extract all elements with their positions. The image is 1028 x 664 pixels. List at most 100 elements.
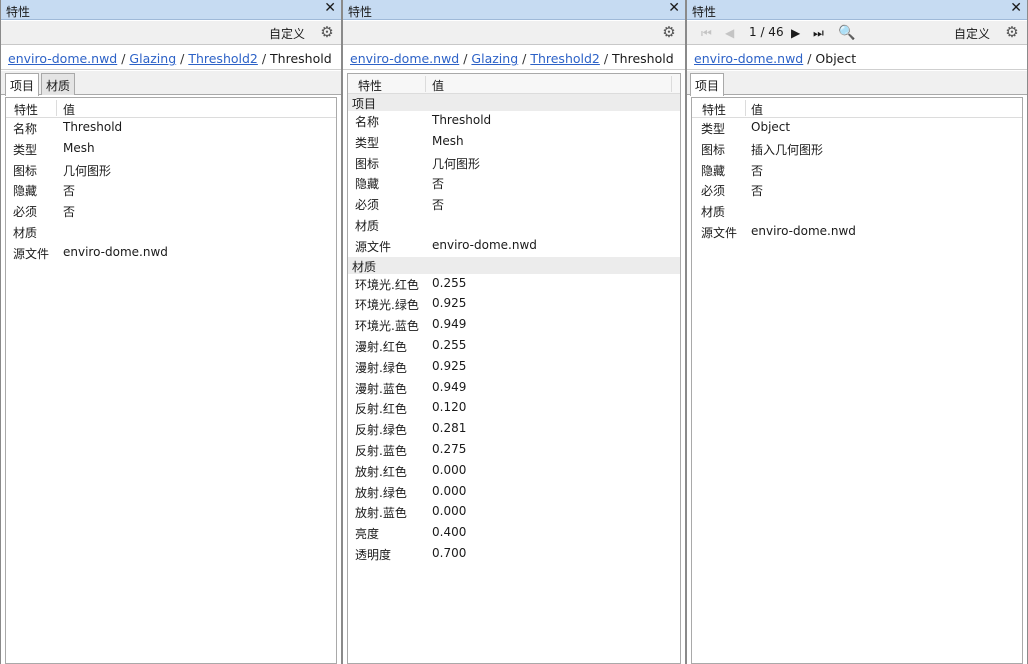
property-name: 放射.红色 (355, 464, 407, 479)
property-row[interactable]: 材质 (692, 201, 1022, 222)
property-row[interactable]: 漫射.绿色 0.925 (348, 357, 680, 378)
section-header[interactable]: 项目 (348, 94, 680, 111)
property-row[interactable]: 类型 Mesh (6, 139, 336, 160)
section-title: 项目 (352, 97, 377, 111)
property-value: Object (751, 120, 791, 134)
property-row[interactable]: 名称 Threshold (348, 111, 680, 132)
grid-rows: 名称 Threshold 类型 Mesh 图标 几何图形 隐藏否必须否材质源文件 enviro… (6, 118, 336, 264)
property-value: Mesh (432, 133, 464, 148)
property-row[interactable]: 环境光.绿色 0.925 (348, 294, 680, 315)
section-header[interactable]: 材质 (348, 256, 680, 274)
tab-strip: 项目 (687, 71, 1027, 96)
tab-material[interactable]: 材质 (41, 73, 76, 95)
last-page-icon[interactable]: ⏭ (813, 24, 824, 42)
gear-icon[interactable]: ⚙ (319, 24, 335, 40)
column-divider[interactable] (745, 100, 746, 116)
property-row[interactable]: 必须 否 (692, 180, 1022, 201)
property-row[interactable]: 放射.红色 0.000 (348, 461, 680, 482)
property-row[interactable]: 类型 Object (692, 118, 1022, 139)
property-row[interactable]: 漫射.红色 0.255 (348, 336, 680, 357)
property-row[interactable]: 必须 否 (6, 201, 336, 222)
property-row[interactable]: 反射.红色 0.120 (348, 398, 680, 419)
property-row[interactable]: 隐藏 否 (692, 160, 1022, 181)
close-icon[interactable]: ✕ (324, 0, 336, 16)
property-row[interactable]: 反射.蓝色 0.275 (348, 440, 680, 461)
property-row[interactable]: 放射.绿色 0.000 (348, 482, 680, 503)
gear-icon[interactable]: ⚙ (1004, 24, 1020, 40)
property-value: 0.925 (432, 296, 467, 311)
property-row[interactable]: 图标 插入几何图形 (692, 139, 1022, 160)
property-grid: 特性 值 类型 Object 图标 插入几何图形 隐藏否必须否材质 源文件 enviro-d… (691, 97, 1023, 664)
property-value: 0.000 (432, 504, 467, 519)
column-divider[interactable] (56, 100, 57, 116)
tab-item[interactable]: 项目 (5, 73, 40, 96)
property-row[interactable]: 源文件 enviro-dome.nwd (692, 222, 1022, 243)
properties-panel-1: 特性 ✕ 自定义 ⚙ enviro-dome.nwd / Glazing / T… (0, 0, 342, 664)
column-header-property: 特性 (358, 79, 383, 93)
breadcrumb-link-file[interactable]: enviro-dome.nwd (8, 51, 117, 66)
breadcrumb-link-group[interactable]: Threshold2 (530, 51, 600, 66)
property-row[interactable]: 名称 Threshold (6, 118, 336, 139)
property-row[interactable]: 隐藏 否 (6, 180, 336, 201)
property-name: 环境光.蓝色 (355, 319, 419, 334)
property-name: 反射.红色 (355, 402, 407, 417)
property-value: Threshold (63, 120, 123, 134)
property-row[interactable]: 图标 几何图形 (348, 153, 680, 174)
property-row[interactable]: 必须 否 (348, 194, 680, 215)
breadcrumb-separator: / (261, 51, 271, 66)
property-row[interactable]: 材质 (6, 222, 336, 243)
property-row[interactable]: 反射.绿色 0.281 (348, 419, 680, 440)
gear-icon[interactable]: ⚙ (661, 24, 677, 40)
breadcrumb-link-file[interactable]: enviro-dome.nwd (350, 51, 459, 66)
grid-rows: 类型 Object 图标 插入几何图形 隐藏否必须否材质 源文件 enviro-dome.n… (692, 118, 1022, 243)
property-row[interactable]: 漫射.蓝色 0.949 (348, 378, 680, 399)
property-row[interactable]: 透明度 0.700 (348, 544, 680, 565)
grid-header: 特性 值 (692, 98, 1022, 118)
prev-page-icon[interactable]: ◀ (725, 24, 734, 42)
first-page-icon[interactable]: ⏮ (701, 24, 712, 42)
column-header-value: 值 (751, 103, 764, 117)
property-value: enviro-dome.nwd (63, 244, 168, 259)
grid-header: 特性 值 (348, 74, 680, 94)
property-value: 0.000 (432, 483, 467, 498)
property-row[interactable]: 源文件 enviro-dome.nwd (348, 236, 680, 257)
property-row[interactable]: 隐藏 否 (348, 173, 680, 194)
property-name: 反射.绿色 (355, 423, 407, 438)
breadcrumb-link-layer[interactable]: Glazing (471, 51, 518, 66)
breadcrumb-link-group[interactable]: Threshold2 (188, 51, 258, 66)
customize-button[interactable]: 自定义 (954, 25, 990, 42)
property-row[interactable]: 环境光.蓝色 0.949 (348, 315, 680, 336)
column-divider[interactable] (671, 76, 672, 92)
column-divider[interactable] (425, 76, 426, 92)
property-name: 环境光.绿色 (355, 298, 419, 313)
tab-item[interactable]: 项目 (690, 73, 725, 96)
property-value: 0.255 (432, 275, 467, 290)
property-name: 源文件 (13, 246, 50, 261)
property-value: 0.949 (432, 317, 467, 332)
property-row[interactable]: 放射.蓝色 0.000 (348, 502, 680, 523)
property-row[interactable]: 材质 (348, 215, 680, 236)
close-icon[interactable]: ✕ (668, 0, 680, 16)
breadcrumb-link-file[interactable]: enviro-dome.nwd (694, 51, 803, 66)
property-row[interactable]: 类型 Mesh (348, 132, 680, 153)
property-name: 放射.蓝色 (355, 506, 407, 521)
property-value: 否 (432, 177, 445, 192)
close-icon[interactable]: ✕ (1010, 0, 1022, 16)
property-value: 否 (63, 184, 76, 199)
property-row[interactable]: 环境光.红色 0.255 (348, 274, 680, 295)
breadcrumb: enviro-dome.nwd / Object (687, 46, 1027, 70)
property-row[interactable]: 图标 几何图形 (6, 160, 336, 181)
next-page-icon[interactable]: ▶ (791, 24, 800, 42)
property-row[interactable]: 源文件 enviro-dome.nwd (6, 243, 336, 264)
property-row[interactable]: 亮度 0.400 (348, 523, 680, 544)
breadcrumb-link-layer[interactable]: Glazing (129, 51, 176, 66)
property-name: 环境光.红色 (355, 277, 419, 292)
property-name: 材质 (13, 225, 38, 240)
customize-button[interactable]: 自定义 (269, 25, 305, 42)
breadcrumb-current: Object (815, 51, 857, 66)
search-icon[interactable]: 🔍 (838, 24, 855, 42)
properties-panel-2: 特性 ✕ ⚙ enviro-dome.nwd / Glazing / Thres… (342, 0, 686, 664)
property-name: 类型 (701, 122, 726, 136)
panel-titlebar: 特性 ✕ (687, 0, 1027, 20)
property-name: 反射.蓝色 (355, 443, 407, 458)
